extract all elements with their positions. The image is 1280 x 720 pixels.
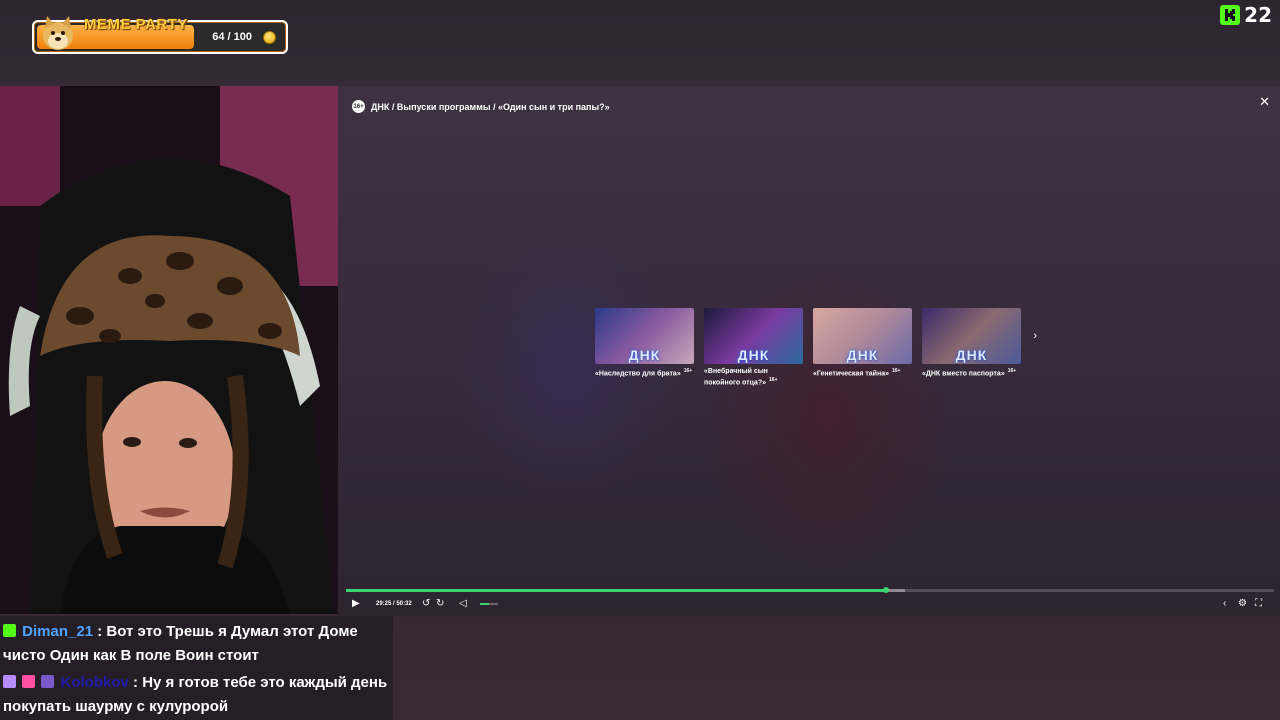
progress-bar[interactable]: [346, 587, 1274, 593]
rewind-icon[interactable]: ↺: [422, 596, 430, 612]
heart-badge-icon: [22, 675, 36, 688]
scrubber-handle[interactable]: [883, 587, 890, 593]
sub-badge-icon: [3, 675, 16, 688]
rec-thumbnail[interactable]: ДНК: [704, 308, 803, 364]
breadcrumb: 16+ ДНК / Выпуски программы / «Один сын …: [352, 100, 610, 113]
rec-logo: ДНК: [846, 347, 879, 363]
rec-rating: 16+: [683, 368, 693, 374]
chat-message: Diman_21 : Вот это Трешь я Думал этот До…: [3, 620, 391, 668]
close-icon[interactable]: ✕: [1259, 94, 1270, 110]
rec-thumbnail[interactable]: ДНК: [922, 308, 1021, 364]
rec-title[interactable]: «Внебрачный сын покойного отца?»: [704, 368, 768, 386]
rec-title[interactable]: «ДНК вместо паспорта»: [922, 370, 1005, 377]
share-icon[interactable]: ‹: [1223, 596, 1226, 612]
rec-title[interactable]: «Наследство для брата»: [595, 370, 681, 377]
time-display: 29:25 / 50:32: [376, 601, 412, 607]
rec-rating: 16+: [1007, 368, 1017, 374]
meme-party-count: 64 / 100: [212, 31, 252, 43]
volume-slider[interactable]: [480, 603, 498, 605]
forward-icon[interactable]: ↻: [436, 596, 444, 612]
meme-party-title: MEME PARTY: [84, 16, 188, 33]
platform-badge: 22: [1220, 3, 1272, 27]
fullscreen-icon[interactable]: ⛶: [1255, 596, 1262, 612]
doge-icon: [43, 16, 73, 50]
chat-overlay: Diman_21 : Вот это Трешь я Думал этот До…: [0, 616, 393, 720]
webcam-feed: [0, 86, 338, 614]
chat-message: Kolobkov : Ну я готов тебе это каждый де…: [3, 671, 391, 719]
rec-card[interactable]: ДНК «Внебрачный сын покойного отца?» 16+: [704, 308, 803, 387]
chat-separator: :: [133, 674, 139, 691]
video-player[interactable]: 16+ ДНК / Выпуски программы / «Один сын …: [338, 86, 1280, 616]
rec-logo: ДНК: [737, 347, 770, 363]
rec-rating: 16+: [769, 377, 778, 383]
volume-level: [480, 603, 489, 605]
play-icon[interactable]: ▶: [352, 596, 360, 612]
breadcrumb-text[interactable]: ДНК / Выпуски программы / «Один сын и тр…: [371, 102, 610, 112]
chat-username[interactable]: Kolobkov: [61, 674, 129, 691]
chevron-right-icon[interactable]: ›: [1033, 330, 1037, 342]
rec-thumbnail[interactable]: ДНК: [595, 308, 694, 364]
recommendations: ДНК «Наследство для брата» 16+ ДНК «Внебр…: [595, 308, 1037, 387]
rec-card[interactable]: ДНК «ДНК вместо паспорта» 16+: [922, 308, 1021, 387]
gift-badge-icon: [41, 675, 55, 688]
kick-badge-icon: [3, 624, 16, 637]
rec-card[interactable]: ДНК «Генетическая тайна» 16+: [813, 308, 912, 387]
rec-title[interactable]: «Генетическая тайна»: [813, 370, 889, 377]
volume-icon[interactable]: ◁: [459, 596, 467, 612]
chat-separator: :: [97, 623, 103, 640]
player-controls: ▶ 29:25 / 50:32 ↺ ↻ ◁ ‹ ⚙ ⛶: [338, 596, 1280, 612]
rec-logo: ДНК: [955, 347, 988, 363]
rec-rating: 16+: [891, 368, 901, 374]
badge-count: 22: [1244, 3, 1272, 27]
rec-card[interactable]: ДНК «Наследство для брата» 16+: [595, 308, 694, 387]
rec-thumbnail[interactable]: ДНК: [813, 308, 912, 364]
meme-party-widget: MEME PARTY 64 / 100: [32, 16, 288, 54]
rec-logo: ДНК: [628, 347, 661, 363]
age-rating-badge: 16+: [352, 100, 365, 113]
chat-username[interactable]: Diman_21: [22, 623, 93, 640]
coin-icon: [263, 31, 276, 44]
gear-icon[interactable]: ⚙: [1238, 596, 1247, 612]
played-bar: [346, 589, 887, 592]
kick-logo-icon: [1220, 5, 1241, 25]
